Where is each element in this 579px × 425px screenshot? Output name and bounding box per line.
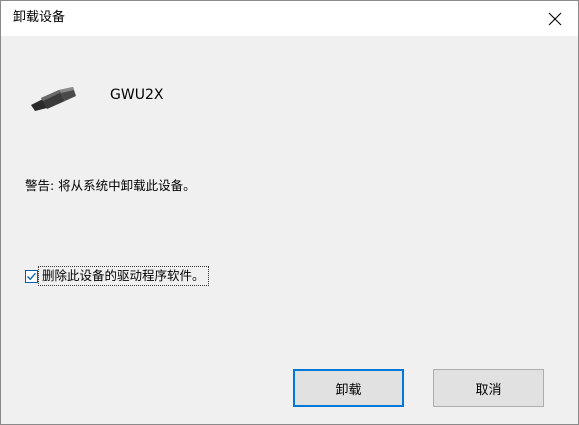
close-icon: [548, 12, 562, 25]
uninstall-device-dialog: 卸载设备 GWU2X 警告: 将从系统中卸载此设备。 删除此设备的驱动程序软件。…: [0, 0, 579, 425]
delete-driver-checkbox[interactable]: [25, 269, 38, 283]
delete-driver-option[interactable]: 删除此设备的驱动程序软件。: [25, 263, 209, 289]
uninstall-button[interactable]: 卸载: [293, 369, 404, 407]
device-name: GWU2X: [110, 87, 164, 103]
cancel-button[interactable]: 取消: [433, 369, 544, 407]
title-bar: 卸载设备: [1, 1, 578, 36]
device-info: GWU2X: [1, 81, 578, 121]
warning-message: 警告: 将从系统中卸载此设备。: [25, 178, 196, 193]
usb-plug-icon: [31, 87, 76, 111]
delete-driver-label[interactable]: 删除此设备的驱动程序软件。: [38, 266, 209, 286]
close-button[interactable]: [532, 1, 578, 36]
dialog-title: 卸载设备: [13, 10, 66, 25]
checkmark-icon: [27, 272, 36, 280]
